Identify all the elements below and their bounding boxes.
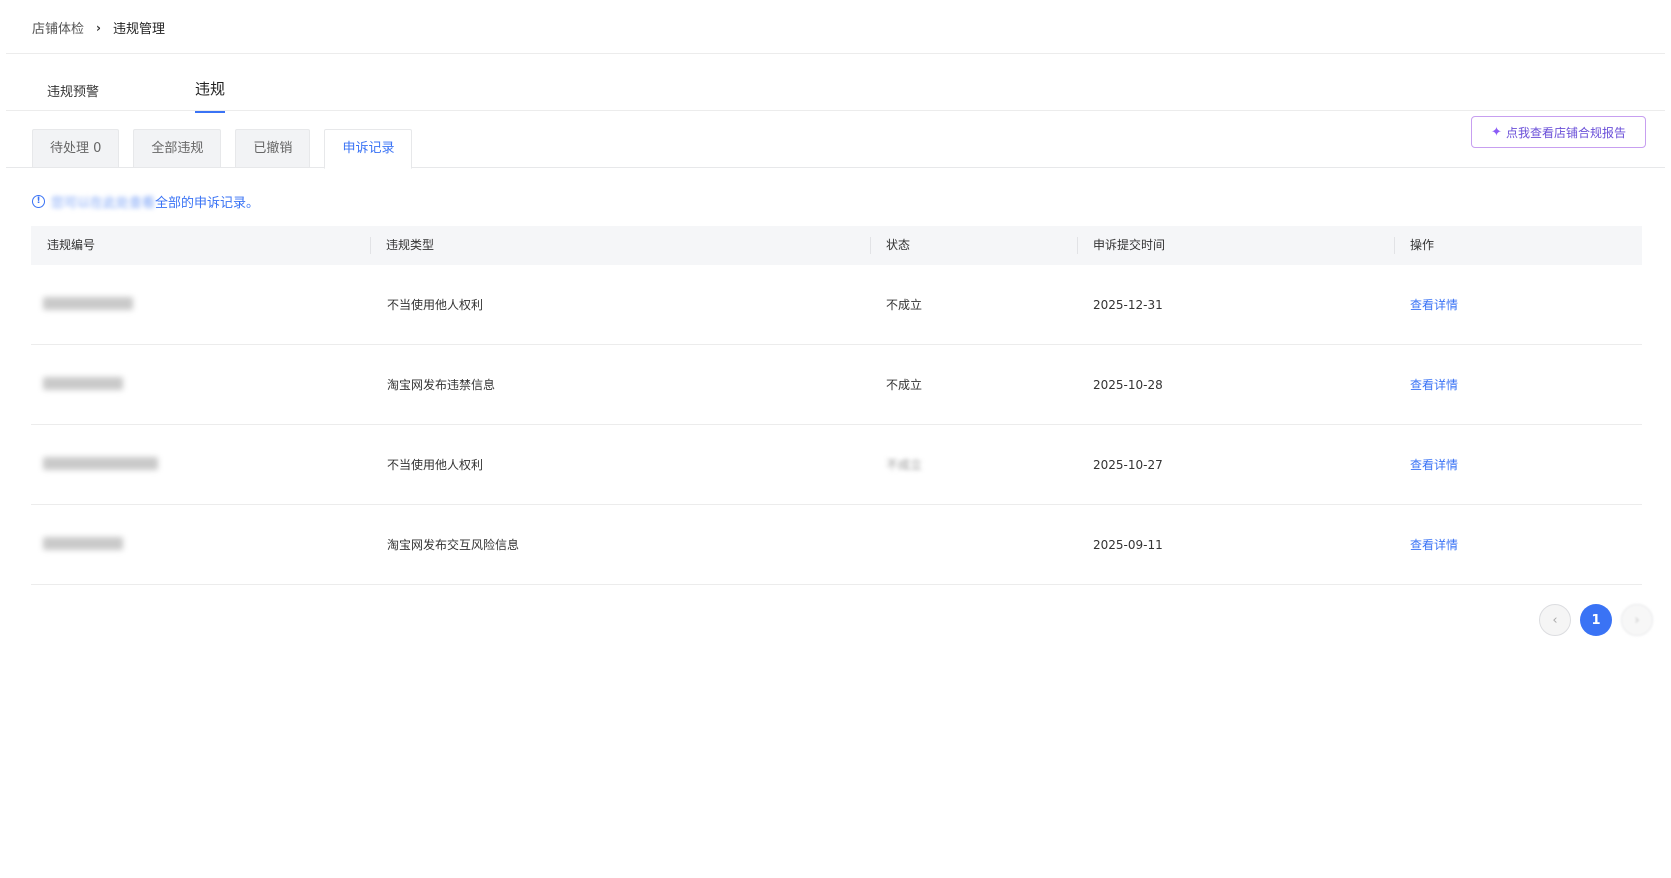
table-row: 不当使用他人权利 不成立 2025-10-27 查看详情 xyxy=(31,425,1642,505)
notice-blurred-text: 您可以在此处查看 xyxy=(51,196,156,211)
violation-type: 不当使用他人权利 xyxy=(387,458,484,472)
violation-id-masked xyxy=(31,536,370,553)
subtab-revoked[interactable]: 已撤销 xyxy=(235,129,311,168)
breadcrumb-current: 违规管理 xyxy=(112,22,165,37)
breadcrumb: 店铺体检 › 违规管理 xyxy=(32,18,165,38)
chevron-right-icon: › xyxy=(96,20,101,35)
table-row: 淘宝网发布违禁信息 不成立 2025-10-28 查看详情 xyxy=(31,345,1642,425)
header-actions: 操作 xyxy=(1394,226,1642,265)
view-details-link[interactable]: 查看详情 xyxy=(1394,536,1642,553)
sub-tabs: 待处理 0 全部违规 已撤销 申诉记录 xyxy=(32,129,426,169)
pagination: ‹ 1 › xyxy=(1530,604,1653,636)
sparkle-icon: ✦ xyxy=(1491,124,1502,140)
header-violation-type: 违规类型 xyxy=(370,226,870,265)
header-appeal-time: 申诉提交时间 xyxy=(1077,226,1394,265)
view-details-link[interactable]: 查看详情 xyxy=(1394,456,1642,473)
divider xyxy=(6,167,1665,168)
appeal-date: 2025-09-11 xyxy=(1093,537,1163,552)
info-icon: ! xyxy=(32,195,45,208)
main-tabs: 违规预警 违规 xyxy=(47,78,226,113)
breadcrumb-parent[interactable]: 店铺体检 xyxy=(32,18,84,37)
compliance-report-button[interactable]: ✦ 点我查看店铺合规报告 xyxy=(1471,116,1646,148)
violation-id-masked xyxy=(31,456,370,473)
table-header: 违规编号 违规类型 状态 申诉提交时间 操作 xyxy=(31,226,1642,265)
table-row: 不当使用他人权利 不成立 2025-12-31 查看详情 xyxy=(31,265,1642,345)
subtab-all-violations[interactable]: 全部违规 xyxy=(133,129,222,168)
info-notice: ! 您可以在此处查看 全部的申诉记录。 xyxy=(32,192,259,211)
view-details-link[interactable]: 查看详情 xyxy=(1394,376,1642,393)
prev-page-button[interactable]: ‹ xyxy=(1539,604,1571,636)
divider xyxy=(6,53,1665,54)
tab-violations[interactable]: 违规 xyxy=(195,78,226,113)
next-page-button[interactable]: › xyxy=(1621,604,1653,636)
compliance-report-label: 点我查看店铺合规报告 xyxy=(1505,125,1626,140)
divider xyxy=(6,110,1665,111)
status: 不成立 xyxy=(886,298,923,312)
header-status: 状态 xyxy=(870,226,1077,265)
subtab-pending[interactable]: 待处理 0 xyxy=(32,129,120,168)
page-1-button[interactable]: 1 xyxy=(1580,604,1612,636)
table-row: 淘宝网发布交互风险信息 2025-09-11 查看详情 xyxy=(31,505,1642,585)
appeal-date: 2025-10-27 xyxy=(1093,457,1163,472)
violation-type: 淘宝网发布交互风险信息 xyxy=(387,538,520,552)
view-details-link[interactable]: 查看详情 xyxy=(1394,296,1642,313)
header-violation-id: 违规编号 xyxy=(47,238,96,252)
status: 不成立 xyxy=(886,458,923,472)
tab-violation-warning[interactable]: 违规预警 xyxy=(47,78,195,110)
notice-text: 全部的申诉记录。 xyxy=(155,196,260,211)
appeal-date: 2025-10-28 xyxy=(1093,377,1163,392)
status: 不成立 xyxy=(886,378,923,392)
violation-id-masked xyxy=(31,296,370,313)
violation-type: 淘宝网发布违禁信息 xyxy=(387,378,496,392)
appeal-date: 2025-12-31 xyxy=(1093,297,1163,312)
violation-type: 不当使用他人权利 xyxy=(387,298,484,312)
violation-id-masked xyxy=(31,376,370,393)
appeal-records-table: 违规编号 违规类型 状态 申诉提交时间 操作 不当使用他人权利 不成立 2025… xyxy=(31,226,1642,585)
subtab-appeal-records[interactable]: 申诉记录 xyxy=(324,129,413,169)
